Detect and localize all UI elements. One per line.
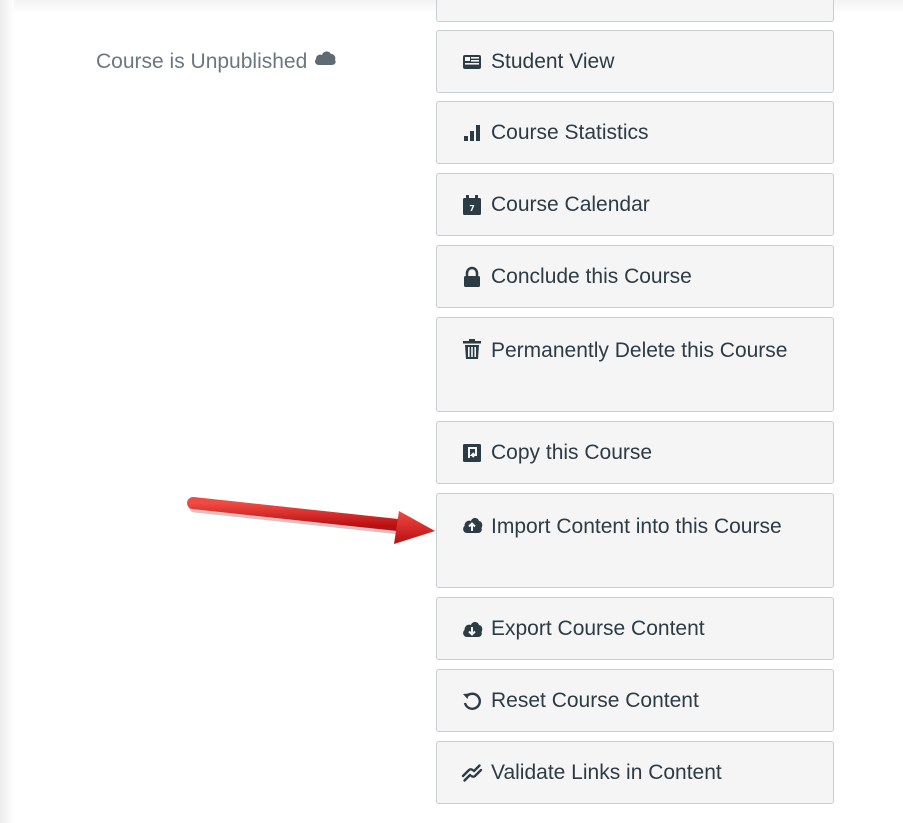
delete-course-label: Permanently Delete this Course [491, 339, 788, 362]
partial-button[interactable] [436, 0, 834, 22]
course-statistics-label: Course Statistics [491, 121, 649, 144]
delete-course-button[interactable]: Permanently Delete this Course [436, 317, 834, 412]
validate-links-label: Validate Links in Content [491, 761, 722, 784]
reset-content-button[interactable]: Reset Course Content [436, 669, 834, 732]
export-content-button[interactable]: Export Course Content [436, 597, 834, 660]
student-view-label: Student View [491, 50, 615, 73]
calendar-icon: 7 [461, 194, 483, 216]
reset-content-label: Reset Course Content [491, 689, 699, 712]
red-arrow-annotation [187, 497, 435, 544]
course-status-text: Course is Unpublished [96, 50, 308, 73]
course-calendar-button[interactable]: 7 Course Calendar [436, 173, 834, 236]
student-view-button[interactable]: Student View [436, 30, 834, 93]
student-view-icon [461, 51, 483, 73]
copy-course-label: Copy this Course [491, 441, 653, 464]
copy-icon [461, 442, 483, 464]
link-icon [461, 762, 483, 784]
course-status: Course is Unpublished [96, 50, 337, 74]
conclude-course-label: Conclude this Course [491, 265, 692, 288]
reset-icon [461, 690, 483, 712]
left-shadow [0, 0, 14, 823]
import-content-button[interactable]: Import Content into this Course [436, 493, 834, 588]
import-content-label: Import Content into this Course [491, 515, 782, 538]
lock-icon [461, 266, 483, 288]
export-content-label: Export Course Content [491, 617, 705, 640]
course-statistics-button[interactable]: Course Statistics [436, 101, 834, 164]
conclude-course-button[interactable]: Conclude this Course [436, 245, 834, 308]
trash-icon [461, 338, 483, 360]
bar-chart-icon [461, 122, 483, 144]
cloud-icon [313, 51, 337, 67]
validate-links-button[interactable]: Validate Links in Content [436, 741, 834, 804]
svg-text:7: 7 [469, 204, 475, 213]
course-calendar-label: Course Calendar [491, 193, 650, 216]
cloud-download-icon [461, 618, 483, 640]
copy-course-button[interactable]: Copy this Course [436, 421, 834, 484]
cloud-upload-icon [461, 514, 483, 536]
